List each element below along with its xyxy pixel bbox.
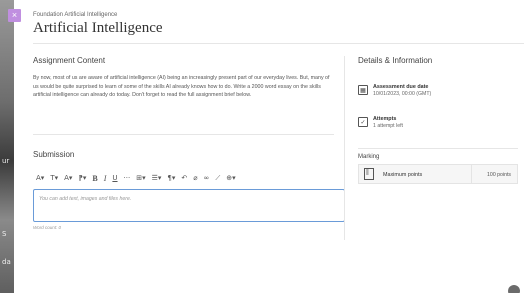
calendar-icon: ▦ <box>358 85 368 95</box>
submission-heading: Submission <box>33 150 75 159</box>
help-icon[interactable] <box>508 285 520 293</box>
due-date-label: Assessment due date <box>373 84 429 90</box>
due-date-row: ▦ Assessment due date 10/01/2023, 00:00 … <box>358 84 431 97</box>
more-options-icon[interactable]: ··· <box>121 172 134 185</box>
text-style-icon[interactable]: A▾ <box>33 172 47 185</box>
assignment-content-heading: Assignment Content <box>33 56 106 65</box>
italic-icon[interactable]: I <box>101 172 110 185</box>
panel-header: Foundation Artificial Intelligence Artif… <box>33 0 524 44</box>
details-sidebar: Details & Information ▦ Assessment due d… <box>358 56 518 184</box>
submission-editor[interactable]: You can add text, images and files here. <box>33 189 345 222</box>
table-icon[interactable]: ⊞▾ <box>133 172 148 185</box>
undo-icon[interactable]: ↶ <box>178 172 190 185</box>
close-icon[interactable]: × <box>8 9 21 22</box>
background-text-fragment: S <box>2 230 7 238</box>
column-divider <box>344 56 345 240</box>
attempts-row: ✓ Attempts 1 attempt left <box>358 116 403 129</box>
max-points-box: ≡ ≡ Maximum points 100 points <box>358 164 518 184</box>
max-points-label: Maximum points <box>383 172 423 178</box>
details-heading: Details & Information <box>358 56 433 65</box>
background-text-fragment: ur <box>2 157 10 165</box>
word-count: Word count: 0 <box>33 225 62 230</box>
list-icon: ≡ ≡ <box>364 168 374 180</box>
due-date-value: 10/01/2023, 00:00 (GMT) <box>373 91 432 97</box>
assignment-content-section: Assignment Content By now, most of us ar… <box>33 56 333 100</box>
text-color-icon[interactable]: A▾ <box>61 172 75 185</box>
paragraph-icon[interactable]: ¶▾ <box>164 172 178 185</box>
link-icon[interactable]: ∞ <box>200 172 212 185</box>
points-separator <box>471 165 472 183</box>
editor-placeholder: You can add text, images and files here. <box>39 196 132 202</box>
page-title: Artificial Intelligence <box>33 20 163 36</box>
paragraph-format-icon[interactable]: ⁋▾ <box>75 172 89 185</box>
clear-format-icon[interactable]: ⌀ <box>190 172 200 185</box>
marking-heading: Marking <box>358 154 380 160</box>
underline-icon[interactable]: U <box>109 172 120 185</box>
section-divider <box>33 134 334 135</box>
attempts-value: 1 attempt left <box>373 123 403 129</box>
bold-icon[interactable]: B <box>89 172 100 185</box>
list-icon[interactable]: ☰▾ <box>149 172 165 185</box>
sidebar-divider <box>358 148 518 149</box>
attach-icon[interactable]: ⟋ <box>212 172 223 185</box>
font-size-icon[interactable]: T▾ <box>47 172 61 185</box>
max-points-value: 100 points <box>487 172 511 178</box>
background-text-fragment: da <box>2 258 11 266</box>
background-page-strip: ur S da <box>0 0 14 293</box>
breadcrumb[interactable]: Foundation Artificial Intelligence <box>33 12 117 18</box>
assignment-content-text: By now, most of us are aware of artifici… <box>33 75 330 99</box>
insert-content-icon[interactable]: ⊕▾ <box>223 172 238 185</box>
assignment-panel: Foundation Artificial Intelligence Artif… <box>14 0 524 293</box>
checkbox-icon: ✓ <box>358 117 368 127</box>
attempts-label: Attempts <box>373 116 397 122</box>
editor-toolbar: A▾ T▾ A▾ ⁋▾ B I U ··· ⊞▾ ☰▾ ¶▾ ↶ ⌀ ∞ ⟋ ⊕… <box>33 170 345 187</box>
